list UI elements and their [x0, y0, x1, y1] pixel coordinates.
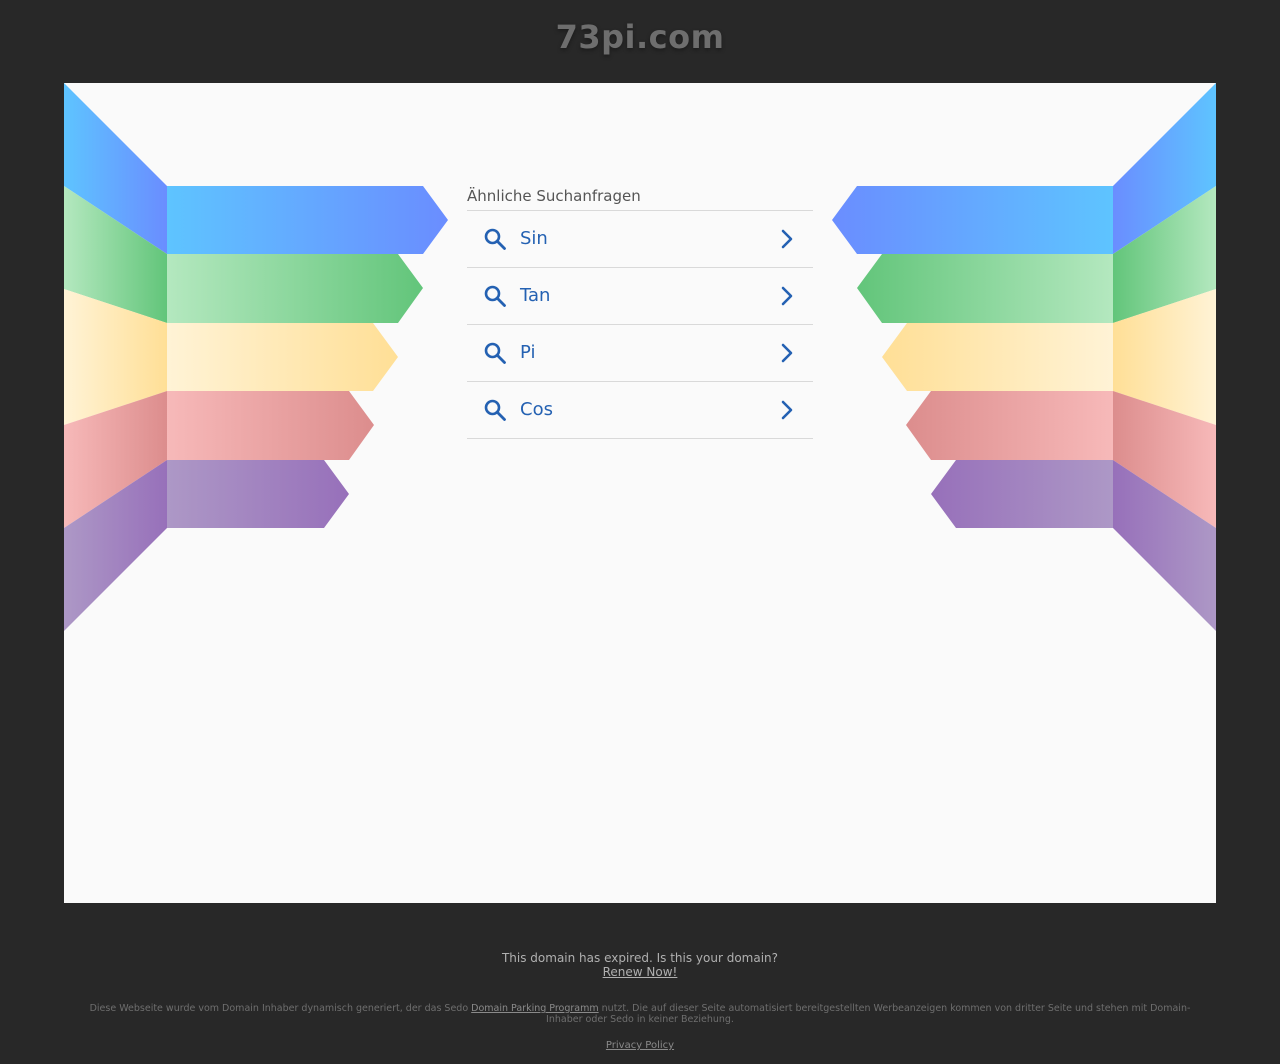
- chevron-right-icon: [781, 343, 793, 363]
- content-panel: Ähnliche Suchanfragen Sin Tan Pi Cos: [64, 83, 1216, 903]
- chevron-right-icon: [781, 400, 793, 420]
- privacy-policy-link[interactable]: Privacy Policy: [606, 1040, 674, 1051]
- ribbon-purple: [167, 460, 349, 528]
- chevron-right-icon: [781, 286, 793, 306]
- renew-link-wrapper: Renew Now!: [0, 965, 1280, 979]
- related-search-link-cos[interactable]: Cos: [467, 382, 813, 439]
- disclaimer-text-after: nutzt. Die auf dieser Seite automatisier…: [546, 1003, 1191, 1025]
- related-search-link-pi[interactable]: Pi: [467, 325, 813, 382]
- privacy-policy-wrapper: Privacy Policy: [0, 1040, 1280, 1051]
- site-footer: This domain has expired. Is this your do…: [0, 903, 1280, 1064]
- related-searches-heading: Ähnliche Suchanfragen: [467, 186, 813, 211]
- ribbon-red: [906, 391, 1113, 460]
- ribbon-green: [857, 254, 1113, 323]
- chevron-right-icon: [781, 229, 793, 249]
- related-search-label: Sin: [520, 228, 548, 249]
- ribbon-yellow: [167, 323, 398, 391]
- ribbon-decoration-left: [64, 83, 448, 631]
- domain-expired-message: This domain has expired. Is this your do…: [501, 951, 779, 965]
- domain-parking-program-link[interactable]: Domain Parking Programm: [471, 1003, 598, 1014]
- search-icon: [484, 399, 506, 421]
- domain-title: 73pi.com: [555, 18, 725, 56]
- related-search-label: Tan: [520, 285, 551, 306]
- ribbon-green: [167, 254, 423, 323]
- renew-now-link[interactable]: Renew Now!: [603, 965, 678, 979]
- search-icon: [484, 342, 506, 364]
- ribbon-purple: [931, 460, 1113, 528]
- related-search-label: Cos: [520, 399, 553, 420]
- ribbon-decoration-right: [832, 83, 1216, 631]
- ribbon-red: [167, 391, 374, 460]
- search-icon: [484, 285, 506, 307]
- related-search-label: Pi: [520, 342, 536, 363]
- ribbon-blue: [167, 186, 448, 254]
- disclaimer-text-before: Diese Webseite wurde vom Domain Inhaber …: [89, 1003, 472, 1014]
- site-header: 73pi.com: [0, 0, 1280, 83]
- search-icon: [484, 228, 506, 250]
- ribbon-yellow: [882, 323, 1113, 391]
- parking-disclaimer: Diese Webseite wurde vom Domain Inhaber …: [80, 1003, 1200, 1025]
- ribbon-blue: [832, 186, 1113, 254]
- related-searches: Ähnliche Suchanfragen Sin Tan Pi Cos: [467, 186, 813, 439]
- related-search-link-sin[interactable]: Sin: [467, 211, 813, 268]
- related-search-link-tan[interactable]: Tan: [467, 268, 813, 325]
